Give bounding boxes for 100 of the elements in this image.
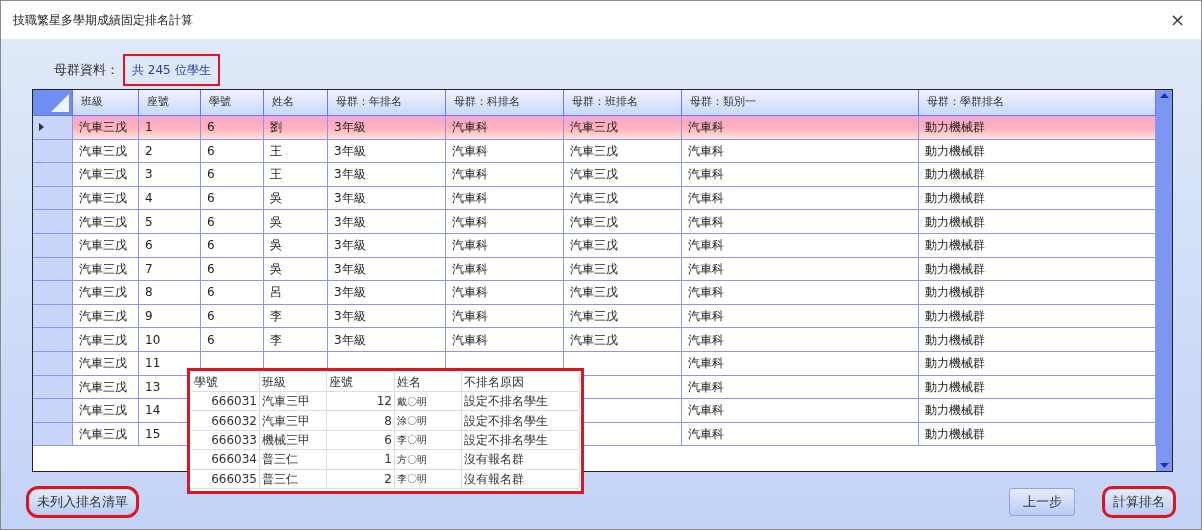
table-cell-text: 李 bbox=[270, 308, 282, 326]
table-cell-text: 3年級 bbox=[334, 308, 366, 326]
table-cell-text: 動力機械群 bbox=[925, 119, 985, 137]
table-cell-text: 王 bbox=[270, 142, 282, 160]
popup-column-header: 不排名原因 bbox=[464, 374, 524, 391]
table-cell-text: 6 bbox=[207, 260, 215, 278]
unranked-list-button[interactable]: 未列入排名清單 bbox=[26, 486, 139, 518]
column-header[interactable]: 姓名 bbox=[264, 90, 328, 115]
table-cell-text: 汽車三戊 bbox=[79, 237, 127, 255]
table-cell-text: 汽車三戊 bbox=[79, 166, 127, 184]
table-cell-text: 汽車三戊 bbox=[570, 213, 618, 231]
table-row[interactable]: 汽車三戊 10 6 李 3年級 汽車科 汽車三戊 汽車科 動力機械群 bbox=[33, 328, 1156, 352]
table-cell-text: 6 bbox=[207, 331, 215, 349]
table-row[interactable]: 汽車三戊 9 6 李 3年級 汽車科 汽車三戊 汽車科 動力機械群 bbox=[33, 304, 1156, 329]
table-cell-text: 3年級 bbox=[334, 237, 366, 255]
calculate-button[interactable]: 計算排名 bbox=[1102, 486, 1176, 518]
table-cell-text: 汽車科 bbox=[688, 237, 724, 255]
popup-cell-text: 沒有報名群 bbox=[464, 451, 524, 469]
popup-cell-text: 12 bbox=[376, 393, 392, 411]
table-cell-text: 吳 bbox=[270, 237, 282, 255]
column-header[interactable]: 母群：科排名 bbox=[446, 90, 564, 115]
table-cell-text: 汽車三戊 bbox=[570, 190, 618, 208]
table-cell-text: 動力機械群 bbox=[925, 237, 985, 255]
popup-cell-text: 666035 bbox=[211, 470, 257, 488]
column-header[interactable]: 母群：類別一 bbox=[682, 90, 919, 115]
popup-cell-text: 666033 bbox=[211, 431, 257, 449]
table-cell-text: 3年級 bbox=[334, 119, 366, 137]
select-all-corner[interactable] bbox=[33, 90, 73, 115]
triangle-icon bbox=[51, 94, 69, 112]
table-row[interactable]: 汽車三戊 2 6 王 3年級 汽車科 汽車三戊 汽車科 動力機械群 bbox=[33, 139, 1156, 164]
table-cell-text: 汽車科 bbox=[688, 284, 724, 302]
table-cell-text: 汽車三戊 bbox=[570, 142, 618, 160]
scrollbar[interactable] bbox=[1156, 90, 1172, 471]
popup-cell-text: 沒有報名群 bbox=[464, 470, 524, 488]
table-cell-text: 汽車三戊 bbox=[79, 378, 127, 396]
column-header[interactable]: 母群：年排名 bbox=[328, 90, 446, 115]
table-cell-text: 3年級 bbox=[334, 166, 366, 184]
table-cell-text: 汽車科 bbox=[452, 331, 488, 349]
close-button[interactable]: × bbox=[1165, 11, 1189, 29]
table-row[interactable]: 汽車三戊 8 6 呂 3年級 汽車科 汽車三戊 汽車科 動力機械群 bbox=[33, 281, 1156, 305]
table-cell-text: 汽車科 bbox=[688, 260, 724, 278]
column-header[interactable]: 學號 bbox=[201, 90, 264, 115]
table-cell-text: 動力機械群 bbox=[925, 260, 985, 278]
table-cell-text: 劉 bbox=[270, 119, 282, 137]
table-cell-text: 汽車科 bbox=[452, 237, 488, 255]
table-cell-text: 汽車三戊 bbox=[570, 166, 618, 184]
table-cell-text: 3年級 bbox=[334, 260, 366, 278]
table-cell-text: 9 bbox=[145, 308, 153, 326]
table-cell-text: 6 bbox=[207, 166, 215, 184]
table-row[interactable]: 汽車三戊 3 6 王 3年級 汽車科 汽車三戊 汽車科 動力機械群 bbox=[33, 163, 1156, 187]
table-cell-text: 汽車三戊 bbox=[570, 260, 618, 278]
popup-cell-text: 機械三甲 bbox=[262, 431, 310, 449]
table-cell-text: 5 bbox=[145, 213, 153, 231]
table-row[interactable]: 汽車三戊 1 6 劉 3年級 汽車科 汽車三戊 汽車科 動力機械群 bbox=[33, 116, 1156, 140]
table-row[interactable]: 汽車三戊 6 6 吳 3年級 汽車科 汽車三戊 汽車科 動力機械群 bbox=[33, 233, 1156, 258]
window-title: 技職繁星多學期成績固定排名計算 bbox=[13, 12, 193, 29]
table-cell-text: 吳 bbox=[270, 190, 282, 208]
table-cell-text: 6 bbox=[207, 190, 215, 208]
table-cell-text: 汽車科 bbox=[688, 331, 724, 349]
table-cell-text: 汽車科 bbox=[688, 426, 724, 443]
table-row[interactable]: 汽車三戊 5 6 吳 3年級 汽車科 汽車三戊 汽車科 動力機械群 bbox=[33, 210, 1156, 234]
table-cell-text: 6 bbox=[207, 213, 215, 231]
table-cell-text: 汽車科 bbox=[688, 119, 724, 137]
column-header[interactable]: 母群：班排名 bbox=[564, 90, 682, 115]
table-cell-text: 動力機械群 bbox=[925, 166, 985, 184]
table-cell-text: 3 bbox=[145, 166, 153, 184]
table-row[interactable]: 汽車三戊 7 6 吳 3年級 汽車科 汽車三戊 汽車科 動力機械群 bbox=[33, 257, 1156, 282]
scroll-up-icon[interactable] bbox=[1159, 93, 1169, 98]
table-cell-text: 動力機械群 bbox=[925, 284, 985, 302]
table-cell-text: 汽車三戊 bbox=[570, 308, 618, 326]
table-cell-text: 6 bbox=[207, 237, 215, 255]
table-cell-text: 汽車科 bbox=[688, 142, 724, 160]
table-cell-text: 13 bbox=[145, 378, 161, 396]
table-cell-text: 汽車科 bbox=[452, 190, 488, 208]
popup-column-header: 座號 bbox=[329, 374, 353, 391]
student-count: 共 245 位學生 bbox=[123, 54, 220, 86]
popup-cell-text: 666034 bbox=[211, 451, 257, 469]
table-cell-text: 6 bbox=[207, 284, 215, 302]
table-cell-text: 3年級 bbox=[334, 331, 366, 349]
table-row[interactable]: 汽車三戊 4 6 吳 3年級 汽車科 汽車三戊 汽車科 動力機械群 bbox=[33, 186, 1156, 211]
scroll-down-icon[interactable] bbox=[1159, 463, 1169, 468]
popup-cell-text: 666031 bbox=[211, 393, 257, 411]
population-label: 母群資料： bbox=[54, 61, 119, 80]
popup-column-header: 姓名 bbox=[397, 374, 421, 391]
back-button[interactable]: 上一步 bbox=[1009, 488, 1075, 516]
popup-cell-text: 1 bbox=[384, 451, 392, 469]
table-cell-text: 汽車三戊 bbox=[79, 426, 127, 443]
table-cell-text: 汽車三戊 bbox=[79, 213, 127, 231]
table-cell-text: 動力機械群 bbox=[925, 378, 985, 396]
popup-cell-text: 普三仁 bbox=[262, 451, 298, 469]
popup-cell-text: 6 bbox=[384, 431, 392, 449]
table-cell-text: 11 bbox=[145, 355, 161, 373]
popup-cell-text: 設定不排名學生 bbox=[464, 431, 548, 449]
table-cell-text: 汽車三戊 bbox=[79, 308, 127, 326]
column-header[interactable]: 班級 bbox=[73, 90, 139, 115]
current-row-icon bbox=[39, 123, 44, 132]
column-header[interactable]: 座號 bbox=[139, 90, 201, 115]
table-cell-text: 汽車科 bbox=[688, 378, 724, 396]
table-cell-text: 動力機械群 bbox=[925, 331, 985, 349]
table-cell-text: 汽車三戊 bbox=[570, 331, 618, 349]
